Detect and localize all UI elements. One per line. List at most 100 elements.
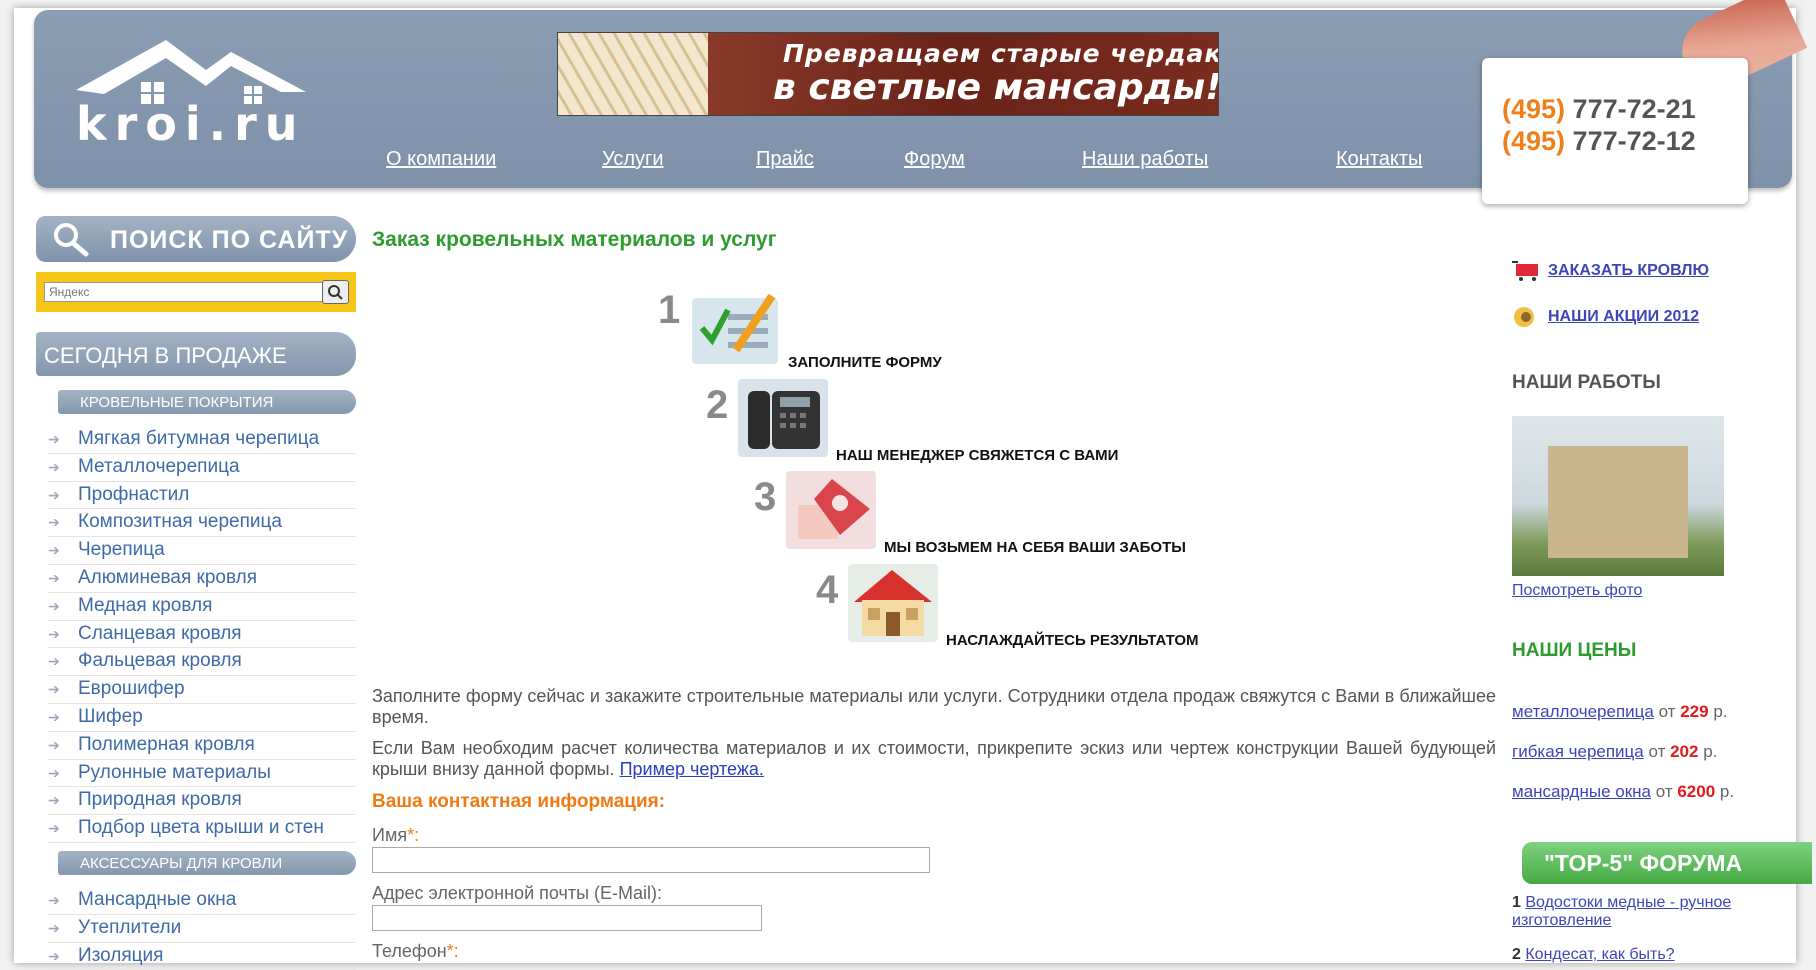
list-item-label[interactable]: Медная кровля — [78, 595, 212, 617]
list-item[interactable]: ➔ Алюминевая кровля — [48, 565, 356, 593]
list-item-label[interactable]: Изоляция — [78, 945, 163, 967]
intro-paragraph: Заполните форму сейчас и закажите строит… — [372, 686, 1496, 727]
list-item[interactable]: ➔ Полимерная кровля — [48, 732, 356, 760]
list-item-label[interactable]: Мансардные окна — [78, 889, 236, 911]
arrow-icon: ➔ — [48, 597, 60, 614]
roofing-list: ➔ Мягкая битумная черепица ➔ Металлочерепи… — [48, 426, 356, 843]
forum-link[interactable]: Кондесат, как быть? — [1525, 946, 1674, 963]
banner-line1: Превращаем старые чердаки — [783, 39, 1219, 68]
step-number: 4 — [816, 568, 839, 612]
site-logo[interactable]: kroi.ru — [56, 30, 326, 151]
arrow-icon: ➔ — [48, 792, 60, 809]
cart-icon — [1512, 261, 1538, 281]
search-box — [36, 272, 356, 312]
price-item: мансардные окна от 6200 р. — [1512, 782, 1735, 801]
nav-prices[interactable]: Прайс — [756, 148, 814, 171]
view-photo-link[interactable]: Посмотреть фото — [1512, 582, 1642, 600]
house-care-icon — [786, 471, 876, 549]
list-item-label[interactable]: Фальцевая кровля — [78, 650, 242, 672]
list-item[interactable]: ➔ Подбор цвета крыши и стен — [48, 815, 356, 843]
list-item[interactable]: ➔ Мансардные окна — [48, 887, 356, 915]
promo-banner[interactable]: Превращаем старые чердаки в светлые манс… — [557, 32, 1219, 116]
forum-link[interactable]: Водостоки медные - ручное изготовление — [1512, 894, 1731, 929]
main-content: Заказ кровельных материалов и услуг 1 ЗА… — [372, 228, 1496, 961]
search-input[interactable] — [44, 282, 346, 302]
megaphone-icon — [1514, 307, 1534, 327]
arrow-icon: ➔ — [48, 736, 60, 753]
phone-1[interactable]: (495) 777-72-21 — [1502, 94, 1696, 125]
list-item[interactable]: ➔ Шифер — [48, 704, 356, 732]
list-item[interactable]: ➔ Еврошифер — [48, 676, 356, 704]
arrow-icon: ➔ — [48, 653, 60, 670]
phone-2[interactable]: (495) 777-72-12 — [1502, 126, 1696, 157]
magnifier-icon — [54, 223, 89, 257]
example-drawing-link[interactable]: Пример чертежа. — [620, 759, 764, 779]
arrow-icon: ➔ — [48, 625, 60, 642]
list-item-label[interactable]: Рулонные материалы — [78, 762, 271, 784]
list-item-label[interactable]: Природная кровля — [78, 789, 242, 811]
price-link[interactable]: мансардные окна — [1512, 782, 1651, 801]
arrow-icon: ➔ — [48, 764, 60, 781]
search-button[interactable] — [322, 280, 349, 304]
arrow-icon: ➔ — [48, 708, 60, 725]
nav-services[interactable]: Услуги — [602, 148, 664, 171]
instruction-text: Если Вам необходим расчет количества мат… — [372, 738, 1496, 779]
section-accessories-label: АКСЕССУАРЫ ДЛЯ КРОВЛИ — [80, 854, 283, 872]
list-item-label[interactable]: Композитная черепица — [78, 511, 282, 533]
phone-card: (495) 777-72-21 (495) 777-72-12 — [1482, 58, 1748, 204]
list-item-label[interactable]: Металлочерепица — [78, 456, 240, 478]
list-item-label[interactable]: Мягкая битумная черепица — [78, 428, 319, 450]
nav-works[interactable]: Наши работы — [1082, 148, 1208, 171]
list-item-label[interactable]: Черепица — [78, 539, 165, 561]
list-item[interactable]: ➔ Мягкая битумная черепица — [48, 426, 356, 454]
list-item[interactable]: ➔ Изоляция — [48, 943, 356, 970]
list-item[interactable]: ➔ Рулонные материалы — [48, 760, 356, 788]
price-link[interactable]: металлочерепица — [1512, 702, 1654, 721]
list-item[interactable]: ➔ Металлочерепица — [48, 454, 356, 482]
arrow-icon: ➔ — [48, 919, 60, 936]
list-item-label[interactable]: Алюминевая кровля — [78, 567, 257, 589]
name-field[interactable] — [372, 847, 930, 873]
name-label: Имя*: — [372, 825, 420, 845]
list-item[interactable]: ➔ Черепица — [48, 537, 356, 565]
order-roof-link[interactable]: ЗАКАЗАТЬ КРОВЛЮ — [1512, 260, 1709, 282]
price-link[interactable]: гибкая черепица — [1512, 742, 1644, 761]
list-item-label[interactable]: Утеплители — [78, 917, 181, 939]
list-item[interactable]: ➔ Утеплители — [48, 915, 356, 943]
arrow-icon: ➔ — [48, 458, 60, 475]
nav-contacts[interactable]: Контакты — [1336, 148, 1422, 171]
list-item-label[interactable]: Профнастил — [78, 484, 189, 506]
list-item[interactable]: ➔ Сланцевая кровля — [48, 621, 356, 649]
list-item-label[interactable]: Подбор цвета крыши и стен — [78, 817, 324, 839]
arrow-icon: ➔ — [48, 486, 60, 503]
arrow-icon: ➔ — [48, 514, 60, 531]
list-item-label[interactable]: Полимерная кровля — [78, 734, 255, 756]
attic-image — [558, 33, 708, 115]
list-item[interactable]: ➔ Фальцевая кровля — [48, 648, 356, 677]
arrow-icon: ➔ — [48, 431, 60, 447]
promo-link[interactable]: НАШИ АКЦИИ 2012 — [1512, 306, 1699, 328]
section-roofing-label: КРОВЕЛЬНЫЕ ПОКРЫТИЯ — [80, 394, 274, 411]
works-heading: НАШИ РАБОТЫ — [1512, 372, 1661, 393]
list-item-label[interactable]: Шифер — [78, 706, 143, 728]
works-photo[interactable] — [1512, 416, 1724, 576]
email-field[interactable] — [372, 905, 762, 931]
nav-forum[interactable]: Форум — [904, 148, 965, 171]
phone-icon — [738, 379, 828, 457]
step-number: 3 — [754, 475, 777, 519]
arrow-icon: ➔ — [48, 891, 60, 908]
logo-text: kroi.ru — [76, 97, 306, 150]
list-item-label[interactable]: Сланцевая кровля — [78, 623, 242, 645]
accessories-list: ➔ Мансардные окна ➔ Утеплители ➔ Изоляция — [48, 887, 356, 970]
list-item[interactable]: ➔ Композитная черепица — [48, 509, 356, 538]
phone-label: Телефон*: — [372, 941, 459, 961]
list-item[interactable]: ➔ Природная кровля — [48, 787, 356, 816]
contact-heading: Ваша контактная информация: — [372, 791, 666, 812]
sale-title: СЕГОДНЯ В ПРОДАЖЕ — [44, 343, 287, 368]
forum-top5-title: "TOP-5" ФОРУМА — [1544, 850, 1743, 876]
email-label: Адрес электронной почты (E-Mail): — [372, 883, 663, 903]
list-item-label[interactable]: Еврошифер — [78, 678, 185, 700]
nav-about[interactable]: О компании — [386, 148, 496, 171]
list-item[interactable]: ➔ Медная кровля — [48, 593, 356, 621]
list-item[interactable]: ➔ Профнастил — [48, 482, 356, 510]
